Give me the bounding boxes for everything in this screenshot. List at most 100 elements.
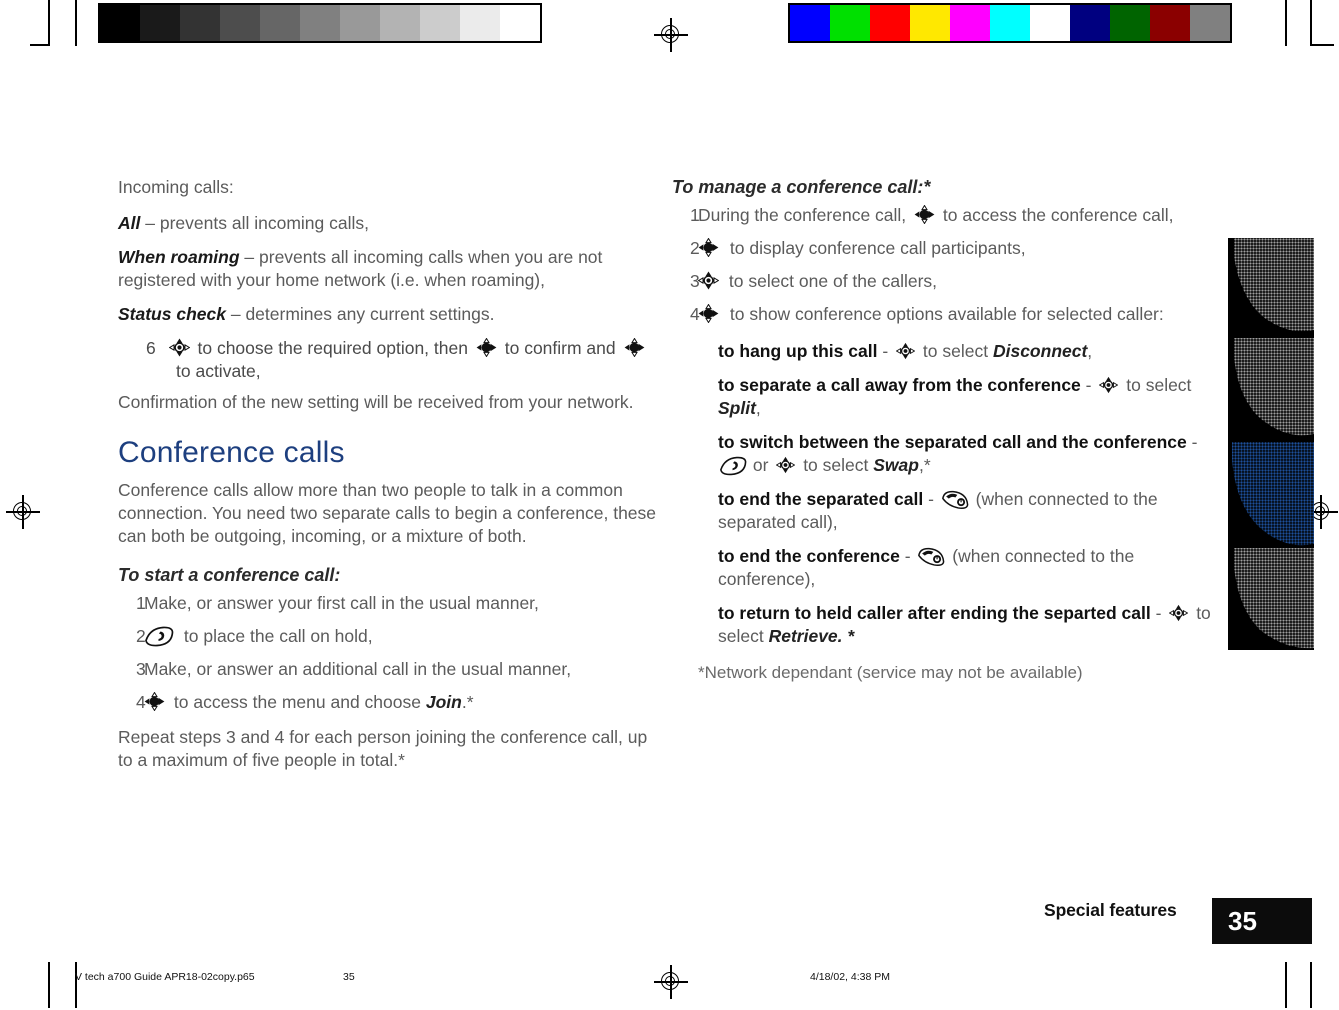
nav-key-right-icon xyxy=(914,205,935,224)
manage-step-2-number: 2 xyxy=(690,238,700,258)
start-step-3-number: 3 xyxy=(136,659,146,679)
option-end-conference-dash: - xyxy=(904,546,911,566)
option-status-check-term: Status check xyxy=(118,304,226,324)
option-retrieve-lead: to return to held caller after ending th… xyxy=(718,603,1151,623)
option-swap-tail: ,* xyxy=(918,455,931,475)
option-all-term: All xyxy=(118,213,141,233)
right-column: To manage a conference call:* 1 During t… xyxy=(672,176,1217,701)
manage-conference-heading: To manage a conference call:* xyxy=(672,177,931,197)
start-step-1-text: Make, or answer your first call in the u… xyxy=(144,593,539,613)
manage-step-3-number: 3 xyxy=(690,271,700,291)
print-filename: V tech a700 Guide APR18-02copy.p65 xyxy=(75,971,255,983)
print-timestamp: 4/18/02, 4:38 PM xyxy=(810,971,890,983)
option-end-conference: to end the conference - (when connected … xyxy=(718,545,1217,591)
step-6-number: 6 xyxy=(146,338,156,358)
footer-section-label: Special features xyxy=(1044,900,1177,920)
option-status-check-dash: – xyxy=(230,304,241,324)
step-6: 6 to choose the required option, then to… xyxy=(132,337,663,383)
option-end-conference-lead: to end the conference xyxy=(718,546,900,566)
step-6-part3: confirm and xyxy=(524,338,616,358)
left-column: Incoming calls: All – prevents all incom… xyxy=(118,176,663,783)
start-step-4-text-before: to access the menu and choose xyxy=(173,692,421,712)
option-swap-joiner: or xyxy=(752,455,769,475)
option-separate-term: Split xyxy=(718,398,756,418)
option-hang-up-tail: , xyxy=(1087,341,1093,361)
manage-step-4: 4 to show conference options available f… xyxy=(672,303,1217,326)
option-hang-up-lead: to hang up this call xyxy=(718,341,878,361)
option-swap-mid: to select xyxy=(803,455,869,475)
nav-key-icon xyxy=(776,456,796,474)
nav-key-right-icon xyxy=(476,338,497,357)
option-end-separated: to end the separated call - (when connec… xyxy=(718,488,1217,534)
option-separate: to separate a call away from the confere… xyxy=(718,374,1217,420)
option-when-roaming-dash: – xyxy=(244,247,255,267)
start-step-1-number: 1 xyxy=(136,593,146,613)
conference-options-list: to hang up this call - to select Disconn… xyxy=(718,340,1217,648)
nav-key-right-icon xyxy=(698,304,719,323)
option-swap-term: Swap xyxy=(873,455,919,475)
manage-step-1-number: 1 xyxy=(690,205,700,225)
option-separate-dash: - xyxy=(1085,375,1092,395)
start-step-1: 1 Make, or answer your first call in the… xyxy=(118,592,663,615)
page-content: Incoming calls: All – prevents all incom… xyxy=(0,0,1339,1010)
start-step-4: 4 to access the menu and choose Join.* xyxy=(118,691,663,714)
option-separate-lead: to separate a call away from the confere… xyxy=(718,375,1081,395)
manage-step-4-text-after: to show conference options available for… xyxy=(729,304,1164,324)
option-all-text: prevents all incoming calls, xyxy=(159,213,369,233)
option-hang-up-term: Disconnect xyxy=(992,341,1088,361)
manage-step-3: 3 to select one of the callers, xyxy=(672,270,1217,293)
start-step-2-text: to place the call on hold, xyxy=(183,626,373,646)
step-6-part1: to choose the required option, then xyxy=(197,338,468,358)
option-retrieve-term: Retrieve. * xyxy=(768,626,855,646)
option-hang-up: to hang up this call - to select Disconn… xyxy=(718,340,1217,363)
option-swap: to switch between the separated call and… xyxy=(718,431,1217,477)
option-swap-dash: - xyxy=(1191,432,1198,452)
call-key-icon xyxy=(719,456,747,476)
conference-intro-paragraph: Conference calls allow more than two peo… xyxy=(118,480,657,546)
nav-key-right-icon xyxy=(144,692,165,711)
option-end-separated-dash: - xyxy=(928,489,934,509)
nav-key-icon xyxy=(896,342,916,360)
start-step-4-text-after: .* xyxy=(461,692,474,712)
nav-key-icon xyxy=(1169,604,1189,622)
step-6-part4: to activate, xyxy=(176,361,261,381)
option-end-separated-lead: to end the separated call xyxy=(718,489,924,509)
manage-step-1: 1 During the conference call, to access … xyxy=(672,204,1217,227)
manage-step-1-text-before: During the conference call, xyxy=(698,205,907,225)
start-step-4-number: 4 xyxy=(136,692,146,712)
option-retrieve: to return to held caller after ending th… xyxy=(718,602,1217,648)
page-number-badge: 35 xyxy=(1212,898,1312,944)
nav-key-icon xyxy=(1099,376,1119,394)
option-separate-mid: to select xyxy=(1126,375,1192,395)
incoming-calls-label: Incoming calls: xyxy=(118,177,234,197)
start-step-3: 3 Make, or answer an additional call in … xyxy=(118,658,663,681)
manage-step-3-text-after: to select one of the callers, xyxy=(728,271,938,291)
option-all-dash: – xyxy=(145,213,155,233)
option-swap-lead: to switch between the separated call and… xyxy=(718,432,1187,452)
call-key-icon xyxy=(144,626,174,647)
print-page-number: 35 xyxy=(343,971,355,983)
manage-step-4-number: 4 xyxy=(690,304,700,324)
option-status-check-text: determines any current settings. xyxy=(245,304,495,324)
nav-key-right-icon xyxy=(698,238,719,257)
option-separate-tail: , xyxy=(755,398,761,418)
network-footnote: *Network dependant (service may not be a… xyxy=(698,663,1083,682)
nav-key-right-icon xyxy=(624,338,645,357)
start-step-2: 2 to place the call on hold, xyxy=(118,625,663,648)
option-status-check: Status check – determines any current se… xyxy=(118,303,663,326)
manage-step-2: 2 to display conference call participant… xyxy=(672,237,1217,260)
manage-step-1-text-after: to access the conference call, xyxy=(942,205,1174,225)
step-6-part2: to xyxy=(504,338,520,358)
nav-key-icon xyxy=(698,271,719,290)
option-retrieve-dash: - xyxy=(1155,603,1162,623)
end-key-icon xyxy=(917,547,945,567)
nav-key-icon xyxy=(168,338,190,357)
start-step-3-text: Make, or answer an additional call in th… xyxy=(144,659,572,679)
option-all: All – prevents all incoming calls, xyxy=(118,212,663,235)
option-when-roaming: When roaming – prevents all incoming cal… xyxy=(118,246,663,292)
repeat-note: Repeat steps 3 and 4 for each person joi… xyxy=(118,727,648,770)
page-title: Conference calls xyxy=(118,436,345,469)
confirmation-note: Confirmation of the new setting will be … xyxy=(118,392,634,412)
manage-step-2-text-after: to display conference call participants, xyxy=(729,238,1026,258)
start-step-4-term: Join xyxy=(425,692,462,712)
